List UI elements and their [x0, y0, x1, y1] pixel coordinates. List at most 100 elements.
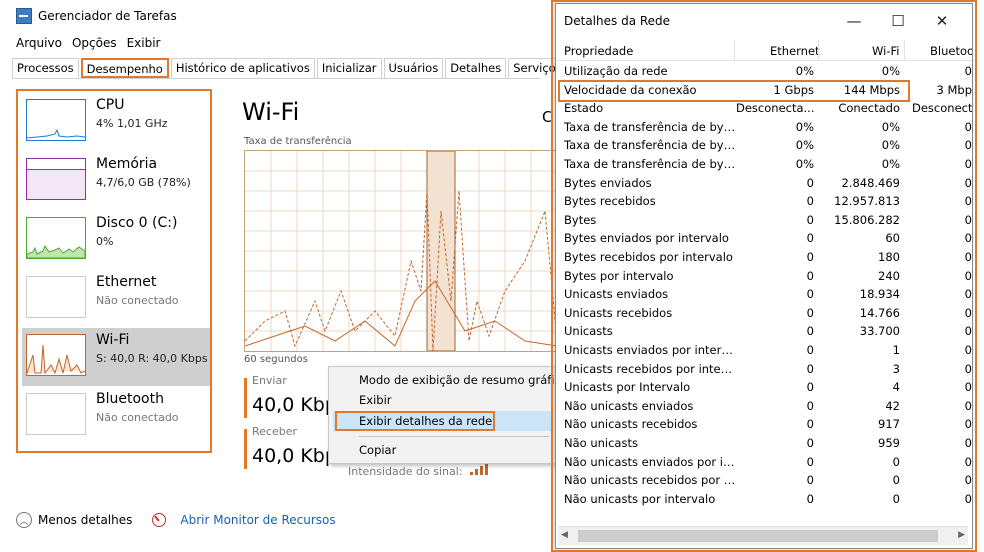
sidebar-item-sub: 0%: [96, 235, 114, 248]
cell-bluetooth: 0: [964, 473, 972, 488]
table-row[interactable]: Taxa de transferência de bytes r... 0% 0% 0: [556, 136, 972, 155]
table-header: Propriedade Ethernet Wi-Fi Bluetoo: [556, 40, 972, 61]
table-row[interactable]: Bytes 0 15.806.282 0: [556, 211, 972, 230]
signal-label: Intensidade do sinal:: [348, 465, 463, 478]
cell-bluetooth: 0: [964, 194, 972, 209]
tab-desempenho[interactable]: Desempenho: [80, 58, 169, 78]
cell-wifi: 180: [878, 250, 900, 264]
cell-wifi: 0: [892, 454, 900, 469]
tab-detalhes[interactable]: Detalhes: [445, 58, 507, 78]
table-row[interactable]: Bytes recebidos 0 12.957.813 0: [556, 192, 972, 211]
sidebar-item-memoria[interactable]: Memória 4,7/6,0 GB (78%): [22, 152, 210, 210]
cell-ethernet: 0: [806, 343, 814, 357]
table-row[interactable]: Unicasts por Intervalo 0 4 0: [556, 378, 972, 397]
sidebar-item-cpu[interactable]: CPU 4% 1,01 GHz: [22, 93, 210, 151]
throughput-graph-svg: [244, 150, 558, 352]
cell-wifi: 0%: [881, 157, 900, 171]
fewer-details-link[interactable]: Menos detalhes: [38, 513, 132, 527]
table-row[interactable]: Não unicasts enviados por inte... 0 0 0: [556, 453, 972, 472]
ethernet-thumbnail: [26, 276, 86, 318]
table-row[interactable]: Unicasts enviados 0 18.934 0: [556, 285, 972, 304]
cell-property: Unicasts enviados por intervalo: [564, 343, 736, 357]
cell-wifi: 12.957.813: [834, 194, 900, 209]
table-row[interactable]: Bytes enviados 0 2.848.469 0: [556, 174, 972, 193]
table-row[interactable]: Unicasts 0 33.700 0: [556, 322, 972, 341]
tab-usuarios[interactable]: Usuários: [383, 58, 444, 78]
cell-property: Unicasts: [564, 324, 613, 339]
cell-bluetooth: 0: [964, 287, 972, 302]
table-row[interactable]: Unicasts recebidos 0 14.766 0: [556, 304, 972, 323]
menu-opcoes[interactable]: Opções: [72, 36, 117, 50]
resource-monitor-link[interactable]: Abrir Monitor de Recursos: [180, 513, 335, 527]
table-row[interactable]: Bytes recebidos por intervalo 0 180 0: [556, 248, 972, 267]
cell-ethernet: 0%: [795, 119, 814, 134]
menu-item-network-details[interactable]: Exibir detalhes da rede: [359, 414, 492, 428]
column-header-ethernet[interactable]: Ethernet: [770, 44, 820, 58]
sidebar-item-bluetooth[interactable]: Bluetooth Não conectado: [22, 387, 210, 445]
table-row[interactable]: Bytes por intervalo 0 240 0: [556, 267, 972, 286]
sidebar-item-ethernet[interactable]: Ethernet Não conectado: [22, 270, 210, 328]
cell-bluetooth: 0: [964, 436, 972, 450]
cell-property: Não unicasts enviados por inte...: [564, 454, 736, 469]
menu-arquivo[interactable]: Arquivo: [16, 36, 62, 50]
table-row[interactable]: Bytes enviados por intervalo 0 60 0: [556, 229, 972, 248]
cell-bluetooth: 0: [964, 119, 972, 134]
column-divider[interactable]: [818, 40, 819, 60]
column-header-wifi[interactable]: Wi-Fi: [872, 44, 899, 58]
cell-property: Não unicasts enviados: [564, 398, 694, 413]
cell-property: Bytes recebidos por intervalo: [564, 250, 733, 264]
maximize-icon[interactable]: ☐: [876, 10, 920, 32]
cell-wifi: 60: [885, 231, 900, 246]
table-row[interactable]: Unicasts enviados por intervalo 0 1 0: [556, 341, 972, 360]
menu-item-summary-view[interactable]: Modo de exibição de resumo gráfico: [359, 373, 568, 387]
table-row[interactable]: Não unicasts enviados 0 42 0: [556, 397, 972, 416]
table-row[interactable]: Não unicasts por intervalo 0 0 0: [556, 490, 972, 509]
column-divider[interactable]: [904, 40, 905, 60]
menu-item-view[interactable]: Exibir: [359, 393, 392, 407]
cell-ethernet: 0: [806, 473, 814, 488]
sidebar-item-label: CPU: [96, 97, 125, 113]
minimize-icon[interactable]: —: [832, 10, 876, 32]
table-row[interactable]: Não unicasts recebidos por inte... 0 0 0: [556, 471, 972, 490]
cell-wifi: 917: [878, 417, 900, 432]
column-header-property[interactable]: Propriedade: [564, 44, 633, 58]
window-title: Detalhes da Rede: [564, 14, 671, 28]
column-divider[interactable]: [734, 40, 735, 60]
cell-ethernet: 0: [806, 454, 814, 469]
scroll-left-icon[interactable]: ◀: [561, 530, 568, 540]
cell-bluetooth: 0: [964, 175, 972, 190]
chevron-up-icon[interactable]: ︿: [16, 512, 32, 528]
sidebar-item-sub: 4,7/6,0 GB (78%): [96, 176, 191, 189]
column-header-bluetooth[interactable]: Bluetoo: [930, 44, 972, 58]
page-title: Wi-Fi: [242, 98, 300, 126]
footer: ︿ Menos detalhes Abrir Monitor de Recurs…: [16, 512, 336, 528]
cell-bluetooth: 0: [964, 324, 972, 339]
highlight-annotation-box: [558, 80, 910, 102]
cell-wifi: 0%: [881, 119, 900, 134]
menu-item-copy[interactable]: Copiar: [359, 443, 396, 457]
tab-processos[interactable]: Processos: [12, 58, 79, 78]
table-row[interactable]: Unicasts recebidos por intervalo 0 3 0: [556, 360, 972, 379]
sidebar-item-wifi[interactable]: Wi-Fi S: 40,0 R: 40,0 Kbps: [22, 328, 210, 386]
table-row[interactable]: Não unicasts recebidos 0 917 0: [556, 415, 972, 434]
close-icon[interactable]: ✕: [920, 10, 964, 32]
sidebar-item-disco[interactable]: Disco 0 (C:) 0%: [22, 211, 210, 269]
scroll-right-icon[interactable]: ▶: [958, 530, 965, 540]
cell-wifi: 0: [892, 473, 900, 488]
horizontal-scrollbar[interactable]: ◀ ▶: [558, 526, 968, 545]
cell-bluetooth: 0: [964, 454, 972, 469]
receive-indicator: [244, 429, 247, 469]
tab-inicializar[interactable]: Inicializar: [316, 58, 382, 78]
tab-historico[interactable]: Histórico de aplicativos: [170, 58, 315, 78]
context-menu: Modo de exibição de resumo gráfico Exibi…: [328, 366, 568, 464]
table-row[interactable]: Não unicasts 0 959 0: [556, 434, 972, 453]
menu-exibir[interactable]: Exibir: [127, 36, 161, 50]
table-row[interactable]: Taxa de transferência de bytes 0% 0% 0: [556, 155, 972, 174]
cell-property: Bytes: [564, 212, 597, 227]
scrollbar-thumb[interactable]: [578, 530, 938, 542]
cell-property: Bytes enviados: [564, 175, 652, 190]
cell-property: Utilização da rede: [564, 64, 668, 78]
cell-wifi: Conectado: [838, 101, 900, 116]
table-row[interactable]: Utilização da rede 0% 0% 0: [556, 62, 972, 81]
table-row[interactable]: Taxa de transferência de bytes ... 0% 0% 0: [556, 118, 972, 137]
